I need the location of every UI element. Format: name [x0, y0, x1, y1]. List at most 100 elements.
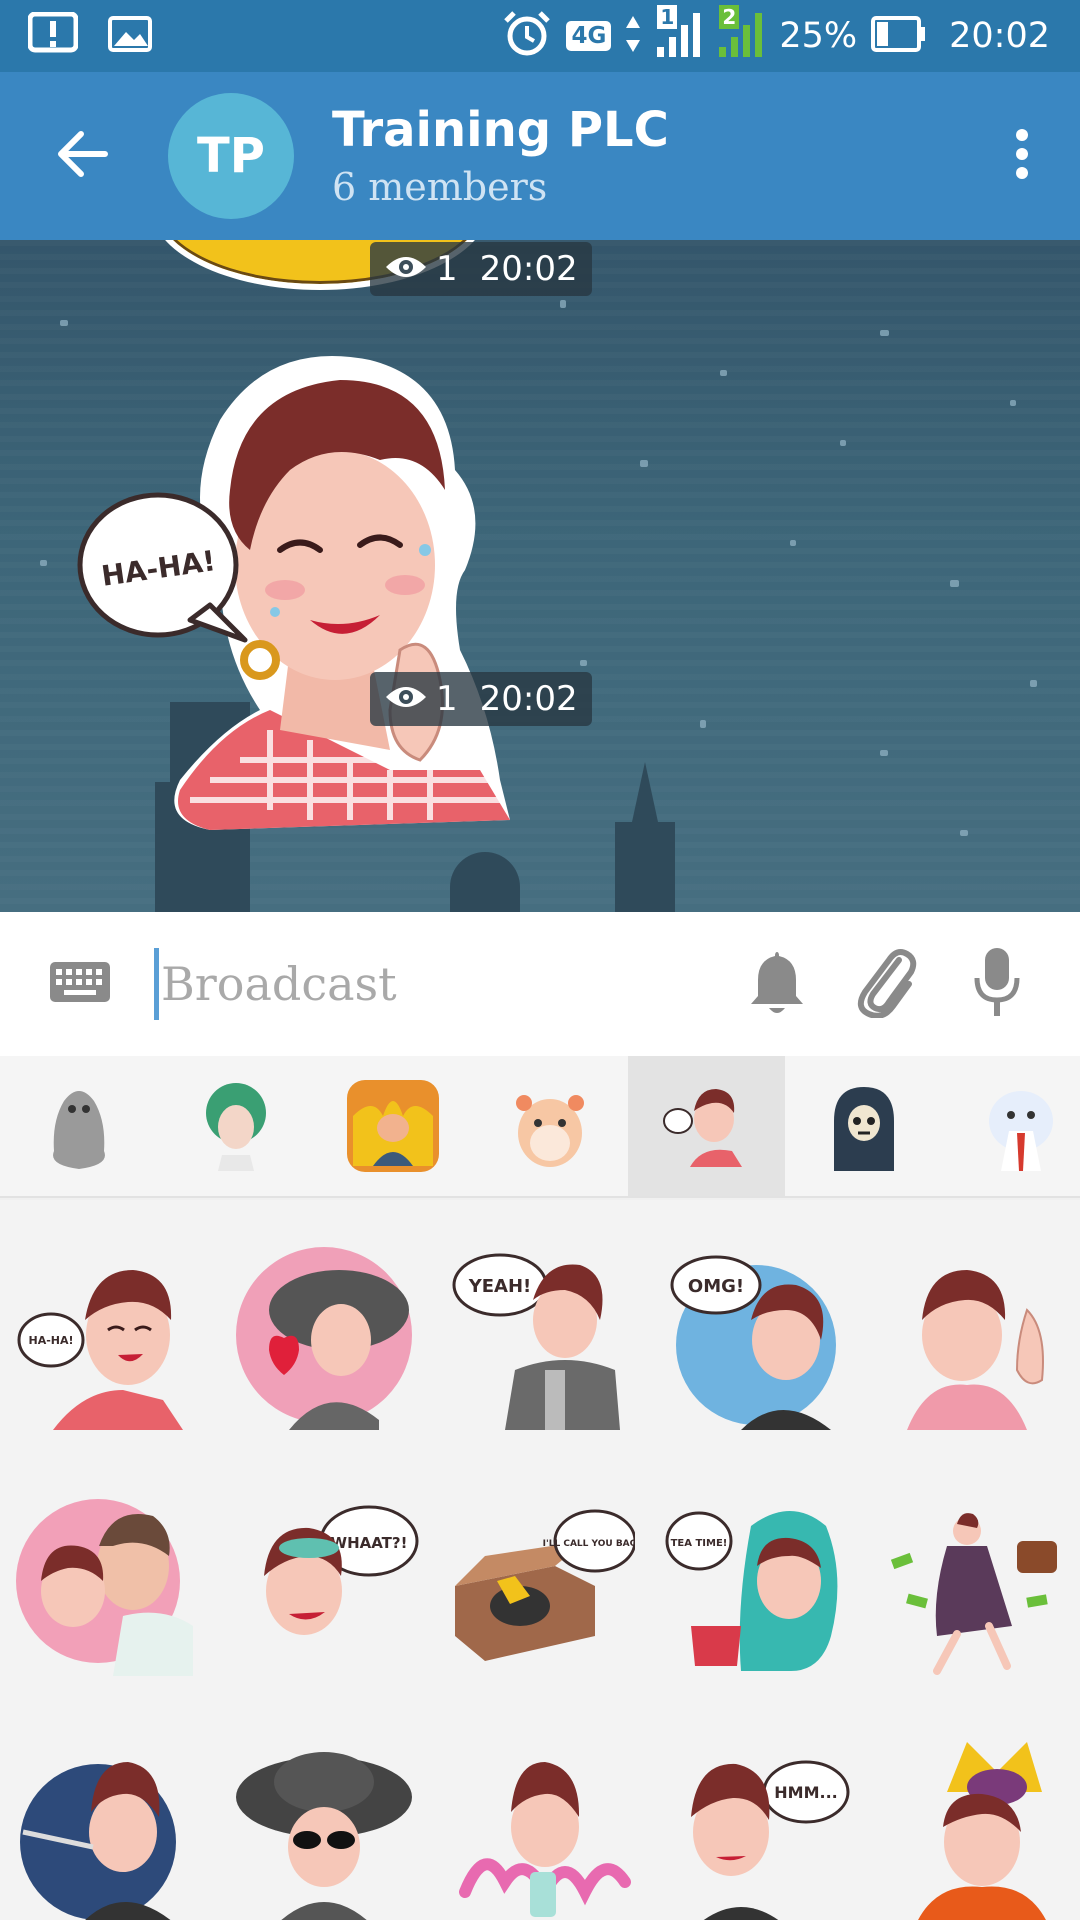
sticker-item[interactable] [216, 1704, 432, 1920]
more-menu-button[interactable] [972, 72, 1072, 240]
data-arrows-icon [625, 14, 641, 58]
paperclip-icon [855, 946, 919, 1022]
sticker-item[interactable] [864, 1458, 1080, 1704]
signal-sim2-icon: 2 [717, 5, 765, 63]
network-type-badge: 4G [566, 21, 612, 51]
laughing-girl-sticker: HA-HA! [77, 356, 510, 830]
snowflake [60, 320, 68, 326]
member-count: 6 members [332, 165, 548, 209]
fire-man-sticker-thumb [346, 1080, 439, 1172]
bell-icon [748, 948, 806, 1020]
yeah-thumbs-sticker: YEAH! [452, 1253, 620, 1430]
snowflake [790, 540, 796, 546]
sticker-item[interactable]: HA-HA! [0, 1212, 216, 1458]
snowflake [960, 830, 968, 836]
sticker-pack-tab[interactable] [0, 1056, 157, 1196]
snowflake [880, 750, 888, 756]
message-composer [0, 912, 1080, 1056]
back-button[interactable] [28, 72, 138, 240]
waving-girl-sticker [907, 1270, 1044, 1430]
sticker-pack-tab[interactable] [157, 1056, 314, 1196]
signal-sim1-icon: 1 [655, 5, 703, 63]
tea-time-sticker: TEA TIME! [665, 1511, 838, 1671]
sticker-item[interactable]: OMG! [648, 1212, 864, 1458]
heart-hat-lady-sticker [236, 1247, 412, 1430]
sticker-item[interactable]: TEA TIME! [648, 1458, 864, 1704]
slurp-girl-sticker [459, 1762, 631, 1917]
battery-icon [871, 16, 927, 56]
sticker-pack-tabs [0, 1056, 1080, 1198]
sticker-grid: HA-HA! YEAH! OMG! WHAAT?! I'LL CALL YOU … [0, 1200, 1080, 1920]
sticker-item[interactable] [432, 1704, 648, 1920]
arrow-left-icon [57, 131, 109, 181]
chat-messages[interactable]: 1 20:02 HA-HA! 1 20:02 [0, 240, 1080, 912]
sticker-caption: HA-HA! [28, 1334, 73, 1347]
sticker-message[interactable]: HA-HA! [70, 350, 550, 850]
avatar[interactable]: TP [168, 93, 294, 219]
microphone-icon [973, 946, 1021, 1022]
sticker-caption: TEA TIME! [671, 1538, 728, 1549]
sticker-pack-tab[interactable] [942, 1056, 1080, 1196]
hamster-sticker-thumb [504, 1080, 596, 1172]
chat-title-block[interactable]: Training PLC 6 members [332, 100, 669, 212]
running-money-sticker [890, 1513, 1057, 1675]
image-notification-icon [108, 16, 152, 56]
sticker-pack-tab[interactable] [471, 1056, 628, 1196]
status-bar: 4G 1 2 25% 20:02 [0, 0, 1080, 72]
kiss-couple-sticker [16, 1499, 193, 1676]
sticker-pack-tab[interactable] [785, 1056, 942, 1196]
polar-bear-sticker-thumb [975, 1080, 1067, 1172]
sticker-caption: I'LL CALL YOU BACK! [543, 1539, 635, 1549]
chat-header: TP Training PLC 6 members [0, 72, 1080, 240]
medusa-sticker-thumb [190, 1080, 282, 1172]
sticker-item[interactable] [864, 1212, 1080, 1458]
snowflake [40, 560, 47, 566]
more-vertical-icon [1014, 128, 1030, 184]
message-time: 20:02 [479, 249, 578, 289]
sticker-caption: YEAH! [468, 1276, 532, 1297]
snowflake [700, 720, 706, 728]
keyboard-toggle-button[interactable] [30, 912, 130, 1056]
eye-icon [384, 682, 428, 716]
sticker-caption: OMG! [688, 1276, 744, 1297]
sticker-item[interactable] [0, 1458, 216, 1704]
snowflake [840, 440, 846, 446]
chat-title: Training PLC [332, 102, 669, 158]
sticker-item[interactable]: HMM... [648, 1704, 864, 1920]
sticker-item[interactable]: WHAAT?! [216, 1458, 432, 1704]
hmm-girl-sticker: HMM... [691, 1760, 850, 1920]
battery-percent: 25% [779, 16, 858, 56]
haha-girl-sticker: HA-HA! [17, 1270, 183, 1430]
sticker-item[interactable] [216, 1212, 432, 1458]
alert-notification-icon [27, 11, 79, 60]
sticker-pack-tab[interactable] [314, 1056, 471, 1196]
message-input-wrap[interactable] [130, 912, 722, 1056]
sim1-label: 1 [657, 5, 678, 29]
omg-girl-sticker: OMG! [670, 1255, 836, 1430]
blob-sticker-thumb [33, 1080, 125, 1172]
call-you-back-sticker: I'LL CALL YOU BACK! [455, 1509, 635, 1661]
cat-hat-girl-sticker [918, 1742, 1046, 1920]
text-caret [154, 948, 159, 1020]
eye-icon [384, 252, 428, 286]
snowflake [880, 330, 889, 336]
voice-record-button[interactable] [942, 912, 1052, 1056]
snowflake [950, 580, 959, 587]
alarm-icon [502, 9, 552, 63]
smoking-lady-sticker [20, 1762, 176, 1920]
message-input[interactable] [161, 957, 661, 1011]
sticker-item[interactable] [864, 1704, 1080, 1920]
sticker-item[interactable]: I'LL CALL YOU BACK! [432, 1458, 648, 1704]
attach-button[interactable] [832, 912, 942, 1056]
keyboard-icon [48, 960, 112, 1008]
view-count: 1 [436, 249, 458, 289]
snowflake [1030, 680, 1037, 687]
snowflake [560, 300, 566, 308]
sticker-pack-tab-selected[interactable] [628, 1056, 785, 1196]
message-meta: 1 20:02 [370, 672, 592, 726]
sticker-item[interactable] [0, 1704, 216, 1920]
sticker-caption: WHAAT?! [331, 1534, 408, 1552]
whaat-girl-sticker: WHAAT?! [264, 1505, 419, 1635]
notification-toggle-button[interactable] [722, 912, 832, 1056]
sticker-item[interactable]: YEAH! [432, 1212, 648, 1458]
